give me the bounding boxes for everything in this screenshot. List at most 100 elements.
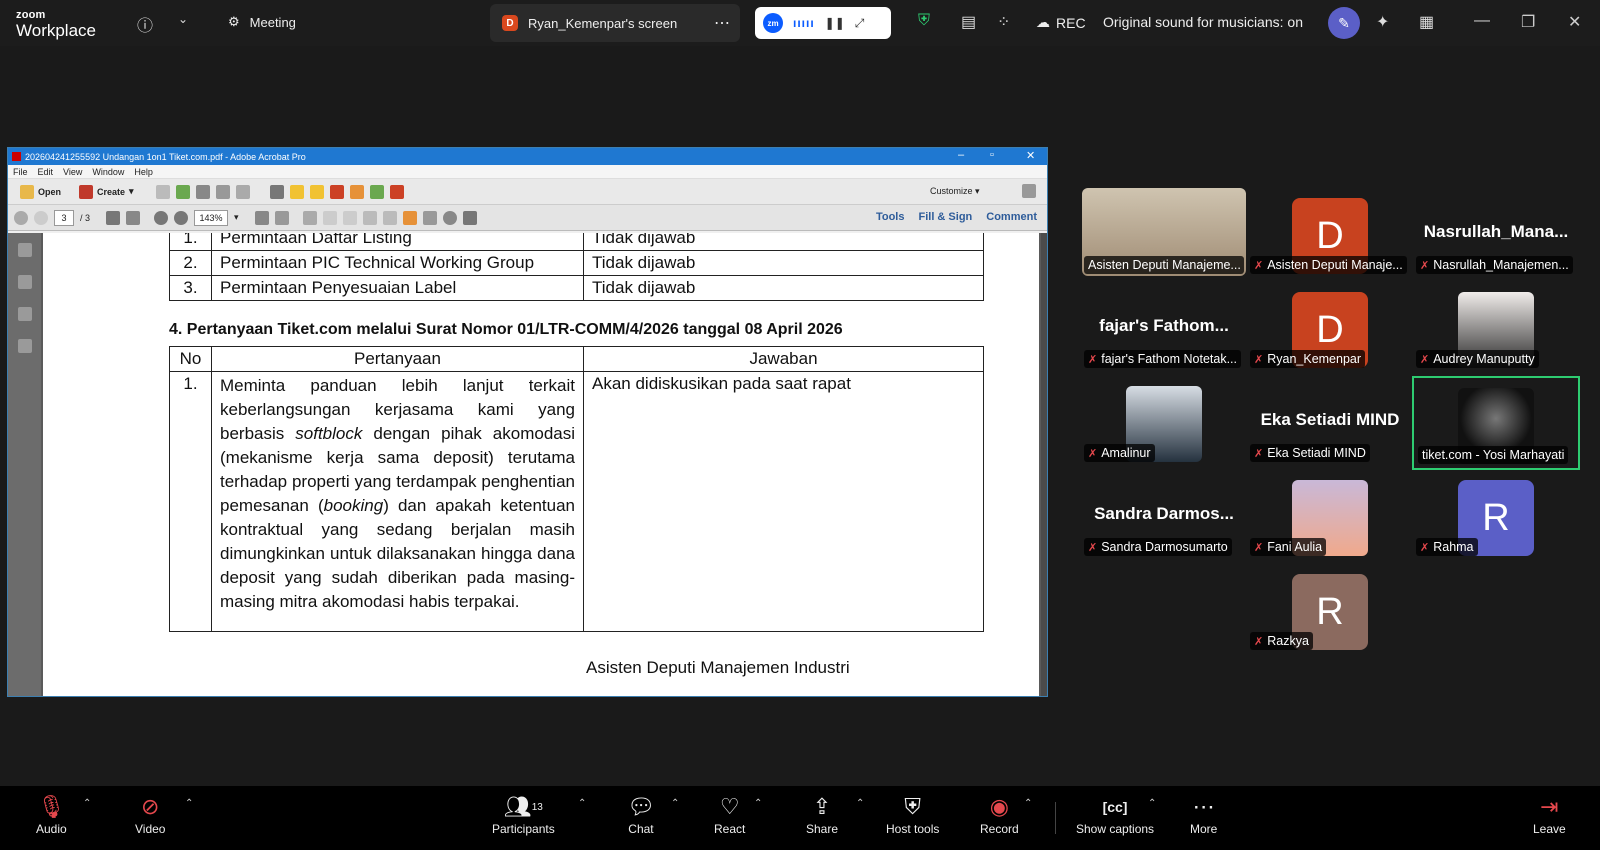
participant-tile[interactable]: D ✗ Asisten Deputi Manaje... [1246, 188, 1414, 278]
participant-tile-active-speaker[interactable]: tiket.com - Yosi Marhayati [1412, 376, 1580, 470]
captions-caret[interactable]: ⌃ [1148, 798, 1156, 809]
menu-edit[interactable]: Edit [38, 167, 54, 177]
snapshot-icon[interactable] [422, 210, 437, 225]
zoom-level-input[interactable]: 143% [194, 209, 229, 226]
expand-icon[interactable]: ⤢ [855, 16, 865, 31]
menu-view[interactable]: View [63, 167, 82, 177]
undo-icon[interactable] [322, 210, 337, 225]
binoculars-icon[interactable] [462, 210, 477, 225]
security-shield-icon[interactable]: ⛨ [918, 12, 930, 30]
recording-indicator[interactable]: ☁ REC [1036, 14, 1086, 31]
meeting-tab[interactable]: ⚙ Meeting [228, 14, 296, 30]
bookmarks-icon[interactable] [17, 275, 32, 289]
participant-tile[interactable]: Sandra Darmos... ✗ Sandra Darmosumarto [1080, 470, 1248, 560]
menu-help[interactable]: Help [134, 167, 153, 177]
acrobat-restore-icon[interactable]: ▫ [990, 149, 994, 161]
react-button[interactable]: ♡ React [714, 792, 745, 836]
highlight-icon[interactable] [309, 184, 324, 199]
participant-tile[interactable]: ✗ Amalinur [1080, 376, 1248, 466]
host-tools-button[interactable]: ⛨ Host tools [886, 792, 939, 836]
acrobat-minimize-icon[interactable]: – [958, 149, 964, 161]
restore-icon[interactable]: ❐ [1521, 12, 1535, 32]
settings-icon[interactable] [269, 184, 284, 199]
participant-tile[interactable]: Asisten Deputi Manajeme... [1080, 188, 1248, 278]
audio-options-caret[interactable]: ⌃ [83, 798, 91, 809]
mail-icon[interactable] [235, 184, 250, 199]
attachments-icon[interactable] [17, 307, 32, 321]
audio-button[interactable]: 🎙︎ Audio [36, 792, 67, 836]
apps-icon[interactable]: ⁘ [997, 12, 1010, 32]
leave-button[interactable]: ⇥ Leave [1533, 792, 1566, 836]
print-icon[interactable] [195, 184, 210, 199]
fit-page-icon[interactable] [254, 210, 269, 225]
notes-icon[interactable]: ▤ [961, 12, 976, 32]
menu-file[interactable]: File [13, 167, 28, 177]
screen-share-tab[interactable]: D Ryan_Kemenpar's screen ⋯ [490, 4, 740, 42]
customize-dropdown[interactable]: Customize ▾ [930, 186, 980, 197]
document-scrollbar[interactable] [1041, 233, 1047, 696]
redo-icon[interactable] [342, 210, 357, 225]
fill-sign-link[interactable]: Fill & Sign [918, 211, 972, 223]
video-options-caret[interactable]: ⌃ [185, 798, 193, 809]
original-sound-status[interactable]: Original sound for musicians: on [1103, 14, 1303, 30]
participant-tile[interactable]: Eka Setiadi MIND ✗ Eka Setiadi MIND [1246, 376, 1414, 466]
search-icon[interactable] [442, 210, 457, 225]
record-button[interactable]: ◉ Record [980, 792, 1019, 836]
page-thumbnails-icon[interactable] [17, 243, 32, 257]
open-button[interactable]: Open [14, 183, 67, 201]
page-number-input[interactable]: 3 [54, 209, 74, 226]
participant-tile[interactable]: R ✗ Rahma [1412, 470, 1580, 560]
participant-tile[interactable]: ✗ Fani Aulia [1246, 470, 1414, 560]
menu-window[interactable]: Window [92, 167, 124, 177]
show-captions-button[interactable]: [cc] Show captions [1076, 792, 1154, 836]
sign-icon[interactable] [329, 184, 344, 199]
participant-tile[interactable]: D ✗ Ryan_Kemenpar [1246, 282, 1414, 372]
comment-link[interactable]: Comment [986, 211, 1037, 223]
upload-icon[interactable] [175, 184, 190, 199]
hand-tool-icon[interactable] [126, 210, 141, 225]
chat-button[interactable]: 💬︎ Chat [627, 792, 655, 836]
comment-icon[interactable] [289, 184, 304, 199]
pen-icon[interactable]: ✎ [1328, 7, 1360, 39]
select-tool-icon[interactable] [106, 210, 121, 225]
page-up-icon[interactable] [14, 210, 28, 225]
minimize-icon[interactable]: — [1474, 12, 1490, 30]
pause-icon[interactable]: ❚❚ [825, 16, 845, 30]
fullscreen-icon[interactable] [1022, 184, 1036, 198]
info-icon[interactable]: ⓘ [137, 12, 153, 36]
rotate-icon[interactable] [302, 210, 317, 225]
participants-caret[interactable]: ⌃ [578, 798, 586, 809]
edit-icon[interactable] [215, 184, 230, 199]
tools-link[interactable]: Tools [876, 211, 905, 223]
video-button[interactable]: ⊘ Video [135, 792, 165, 836]
cut-icon[interactable] [362, 210, 377, 225]
save-icon[interactable] [155, 184, 170, 199]
paste-icon[interactable] [402, 210, 417, 225]
ai-companion-icon[interactable]: ✦ [1376, 12, 1389, 32]
combine-icon[interactable] [369, 184, 384, 199]
zoom-out-icon[interactable] [154, 210, 169, 225]
participant-tile[interactable]: Nasrullah_Mana... ✗ Nasrullah_Manajemen..… [1412, 188, 1580, 278]
acrobat-close-icon[interactable]: ✕ [1026, 149, 1035, 162]
more-button[interactable]: ⋯ More [1190, 792, 1217, 836]
participant-tile[interactable]: fajar's Fathom... ✗ fajar's Fathom Noteta… [1080, 282, 1248, 372]
zoom-dropdown-icon[interactable]: ▾ [234, 212, 239, 223]
signatures-icon[interactable] [17, 339, 32, 353]
react-caret[interactable]: ⌃ [754, 798, 762, 809]
close-icon[interactable]: ✕ [1568, 12, 1581, 32]
more-options-icon[interactable]: ⋯ [714, 13, 730, 33]
chevron-down-icon[interactable]: ⌄ [178, 12, 188, 26]
zoom-in-icon[interactable] [174, 210, 189, 225]
export-icon[interactable] [349, 184, 364, 199]
share-control-pill[interactable]: zm ııııı ❚❚ ⤢ [755, 7, 891, 39]
view-layout-icon[interactable]: ▦ [1419, 12, 1434, 32]
fit-width-icon[interactable] [274, 210, 289, 225]
participants-button[interactable]: 👥︎ 13 Participants [492, 792, 555, 836]
participant-tile[interactable]: R ✗ Razkya [1246, 564, 1414, 654]
record-caret[interactable]: ⌃ [1024, 798, 1032, 809]
participant-tile[interactable]: ✗ Audrey Manuputty [1412, 282, 1580, 372]
create-button[interactable]: Create ▾ [73, 183, 140, 201]
page-down-icon[interactable] [34, 210, 48, 225]
chat-caret[interactable]: ⌃ [671, 798, 679, 809]
share-button[interactable]: ⇪ Share [806, 792, 838, 836]
